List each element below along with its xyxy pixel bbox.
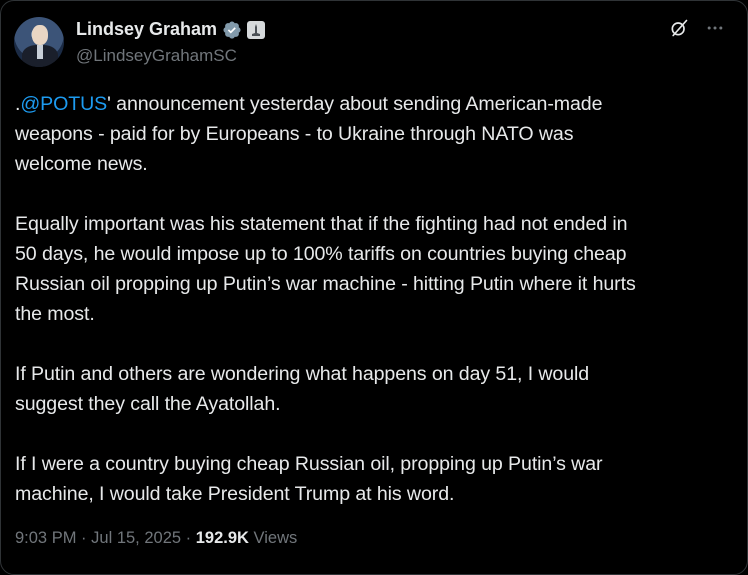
tweet-paragraph-3: If Putin and others are wondering what h… — [15, 359, 735, 419]
government-badge-icon[interactable] — [247, 20, 266, 39]
separator: · — [185, 529, 192, 547]
avatar[interactable] — [14, 17, 64, 67]
mention-link[interactable]: @POTUS — [20, 93, 107, 115]
text-line: machine, I would take President Trump at… — [15, 483, 455, 505]
text-line: the most. — [15, 303, 95, 325]
views-count[interactable]: 192.9K — [196, 529, 249, 547]
text-line: If I were a country buying cheap Russian… — [15, 453, 603, 475]
avatar-tie — [37, 45, 43, 59]
tweet-meta: 9:03 PM · Jul 15, 2025 · 192.9K Views — [15, 529, 297, 548]
tweet-paragraph-1: .@POTUS' announcement yesterday about se… — [15, 89, 735, 179]
tweet-card: Lindsey Graham @LindseyGrahamSC .@POTUS'… — [0, 0, 748, 575]
tweet-date[interactable]: Jul 15, 2025 — [91, 529, 181, 547]
author-handle[interactable]: @LindseyGrahamSC — [76, 46, 237, 66]
author-name-row: Lindsey Graham — [76, 19, 266, 40]
text-line: ' announcement yesterday about sending A… — [107, 93, 603, 115]
text-line: welcome news. — [15, 153, 148, 175]
separator: · — [81, 529, 87, 547]
text-line: If Putin and others are wondering what h… — [15, 363, 590, 385]
text-line: weapons - paid for by Europeans - to Ukr… — [15, 123, 574, 145]
text-line: Russian oil propping up Putin’s war mach… — [15, 273, 636, 295]
tweet-time[interactable]: 9:03 PM — [15, 529, 76, 547]
tweet-paragraph-4: If I were a country buying cheap Russian… — [15, 449, 735, 509]
verified-badge-icon[interactable] — [222, 20, 242, 40]
top-actions — [669, 18, 725, 43]
text-line: 50 days, he would impose up to 100% tari… — [15, 243, 627, 265]
more-icon[interactable] — [705, 18, 725, 43]
text-line: Equally important was his statement that… — [15, 213, 628, 235]
avatar-face — [32, 25, 48, 45]
author-name[interactable]: Lindsey Graham — [76, 19, 217, 40]
tweet-text: .@POTUS' announcement yesterday about se… — [15, 89, 735, 509]
views-label: Views — [253, 529, 298, 547]
grok-icon[interactable] — [669, 18, 689, 43]
tweet-paragraph-2: Equally important was his statement that… — [15, 209, 735, 329]
text-line: suggest they call the Ayatollah. — [15, 393, 281, 415]
